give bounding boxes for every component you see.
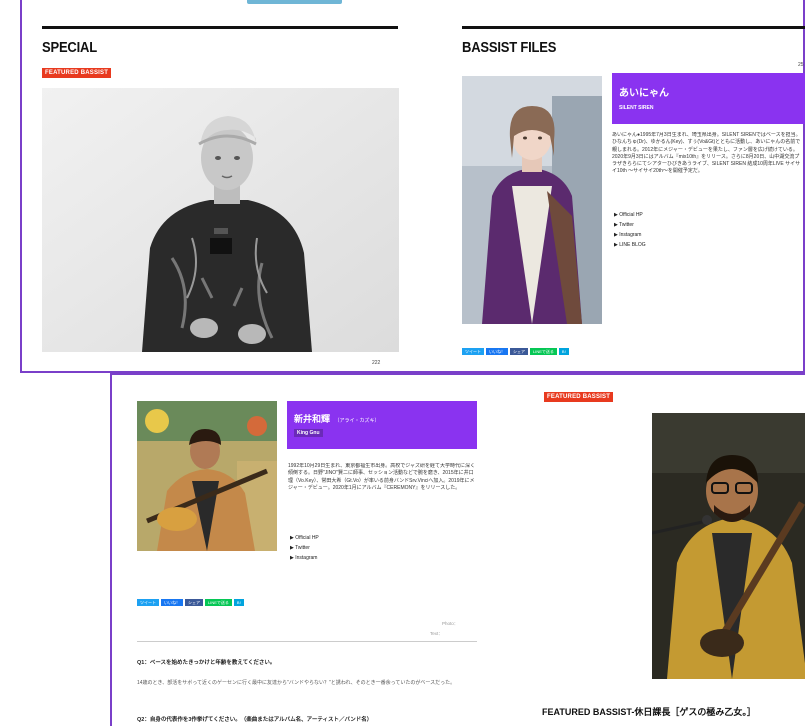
arai-links: Official HP Twitter Instagram bbox=[290, 533, 319, 563]
ainyan-link-official[interactable]: Official HP bbox=[614, 210, 646, 220]
text-credit: Text： bbox=[430, 631, 443, 636]
share-button[interactable]: シェア bbox=[510, 348, 528, 355]
bassist-files-rule bbox=[462, 26, 805, 29]
arai-band[interactable]: King Gnu bbox=[294, 429, 323, 437]
arai-photo[interactable] bbox=[137, 401, 277, 551]
kyujitsu-kacho-image bbox=[652, 413, 805, 679]
featured-article-title[interactable]: FEATURED BASSIST-休日課長［ゲスの極み乙女。］ bbox=[542, 705, 756, 718]
question-2: Q2：自身の代表作を3作挙げてください。（楽曲またはアルバム名、アーティスト／バ… bbox=[137, 717, 373, 723]
arai-link-instagram[interactable]: Instagram bbox=[290, 553, 319, 563]
bottom-panel: 新井和輝 （アライ・カズキ） King Gnu 1992年10月29日生まれ、東… bbox=[110, 373, 805, 726]
top-accent-strip bbox=[247, 0, 342, 4]
bassist-files-photo[interactable] bbox=[462, 76, 602, 324]
arai-bio: 1992年10月29日生まれ、東京都福生市出身。高校でジャズ研を経て大学時代に深… bbox=[288, 463, 476, 491]
bassist-portrait-image bbox=[42, 88, 399, 352]
line-button[interactable]: LINEで送る bbox=[530, 348, 557, 355]
tweet-button[interactable]: ツイート bbox=[137, 599, 159, 606]
ainyan-link-twitter[interactable]: Twitter bbox=[614, 220, 646, 230]
arai-name-reading: （アライ・カズキ） bbox=[334, 418, 380, 424]
arai-portrait-image bbox=[137, 401, 277, 551]
kyujitsu-photo[interactable] bbox=[652, 413, 805, 679]
tweet-button[interactable]: ツイート bbox=[462, 348, 484, 355]
bottom-share-row: ツイート いいね！ シェア LINEで送る B! bbox=[137, 599, 244, 606]
hatena-button[interactable]: B! bbox=[558, 348, 569, 355]
ainyan-link-instagram[interactable]: Instagram bbox=[614, 230, 646, 240]
arai-link-twitter[interactable]: Twitter bbox=[290, 543, 319, 553]
photo-credit: Photo： bbox=[442, 621, 459, 626]
answer-1: 14歳のとき、部活をサボって近くのゲーセンに行く最中に友達から"バンドやらない？… bbox=[137, 680, 456, 686]
bassist-files-counter: 25 bbox=[798, 62, 804, 68]
ainyan-portrait-image bbox=[462, 76, 602, 324]
ainyan-link-lineblog[interactable]: LINE BLOG bbox=[614, 240, 645, 250]
bassist-files-title: BASSIST FILES bbox=[462, 38, 557, 56]
question-1: Q1：ベースを始めたきっかけと年齢を教えてください。 bbox=[137, 660, 276, 666]
hatena-button[interactable]: B! bbox=[233, 599, 244, 606]
top-panel: SPECIAL FEATURED BASSIST 222 BASSIST FIL… bbox=[20, 0, 805, 373]
special-rule bbox=[42, 26, 398, 29]
ainyan-name-box: あいにゃん SILENT SIREN bbox=[612, 73, 805, 124]
ainyan-name: あいにゃん bbox=[619, 88, 669, 99]
special-counter: 222 bbox=[372, 360, 381, 366]
ainyan-band[interactable]: SILENT SIREN bbox=[619, 105, 653, 111]
like-button[interactable]: いいね！ bbox=[161, 599, 183, 606]
share-button[interactable]: シェア bbox=[185, 599, 203, 606]
featured-bassist-badge-2[interactable]: FEATURED BASSIST bbox=[544, 392, 614, 402]
like-button[interactable]: いいね！ bbox=[486, 348, 508, 355]
top-share-row: ツイート いいね！ シェア LINEで送る B! bbox=[462, 348, 569, 355]
featured-bassist-badge[interactable]: FEATURED BASSIST bbox=[42, 68, 112, 78]
qa-divider bbox=[137, 641, 477, 642]
special-title: SPECIAL bbox=[42, 38, 97, 56]
arai-name-kanji: 新井和輝 bbox=[294, 414, 331, 424]
special-photo[interactable] bbox=[42, 88, 399, 352]
arai-name-box: 新井和輝 （アライ・カズキ） King Gnu bbox=[287, 401, 477, 449]
ainyan-bio: あいにゃん●1995年7月3日生まれ、埼玉県出身。SILENT SIRENではベ… bbox=[612, 132, 801, 175]
arai-name: 新井和輝 （アライ・カズキ） bbox=[294, 409, 379, 427]
arai-link-official[interactable]: Official HP bbox=[290, 533, 319, 543]
ainyan-links: Official HP Twitter Instagram LINE BLOG bbox=[614, 210, 646, 250]
line-button[interactable]: LINEで送る bbox=[205, 599, 232, 606]
